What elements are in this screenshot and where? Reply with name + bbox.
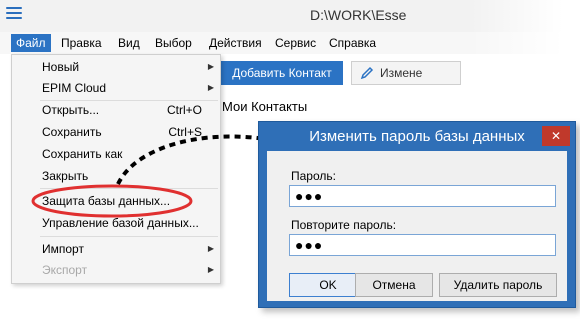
menu-help[interactable]: Справка: [324, 34, 381, 52]
window-title: D:\WORK\Esse: [310, 7, 407, 23]
submenu-arrow-icon: ▶: [207, 265, 214, 274]
menu-separator: [40, 236, 218, 237]
menu-actions[interactable]: Действия: [204, 34, 267, 52]
password-label: Пароль:: [291, 169, 336, 183]
menu-select[interactable]: Выбор: [150, 34, 197, 52]
menu-item-label: EPIM Cloud: [42, 81, 107, 95]
menu-item-epim-cloud[interactable]: EPIM Cloud ▶: [42, 78, 218, 98]
edit-button[interactable]: Измене: [351, 61, 461, 85]
menu-item-export: Экспорт ▶: [42, 260, 218, 280]
menu-item-label: Открыть...: [42, 103, 100, 117]
add-contact-button[interactable]: Добавить Контакт: [221, 61, 343, 85]
change-password-dialog: Изменить пароль базы данных ✕ Пароль: ●●…: [258, 121, 576, 308]
fade-overlay: [470, 0, 580, 140]
submenu-arrow-icon: ▶: [207, 83, 214, 92]
close-icon[interactable]: ✕: [542, 126, 570, 146]
pencil-icon: [360, 66, 374, 80]
menu-file[interactable]: Файл: [11, 34, 51, 52]
menu-item-open[interactable]: Открыть... Ctrl+O: [42, 100, 218, 120]
menu-item-label: Экспорт: [42, 263, 88, 277]
menu-item-import[interactable]: Импорт ▶: [42, 239, 218, 259]
edit-button-label: Измене: [380, 66, 423, 80]
dialog-title: Изменить пароль базы данных: [309, 128, 525, 145]
cancel-button[interactable]: Отмена: [355, 273, 433, 297]
remove-password-button[interactable]: Удалить пароль: [439, 273, 557, 297]
menu-edit[interactable]: Правка: [56, 34, 107, 52]
menu-item-label: Импорт: [42, 242, 84, 256]
menu-item-label: Новый: [42, 60, 80, 74]
repeat-password-field[interactable]: ●●●: [289, 234, 556, 256]
menu-item-label: Закрыть: [42, 169, 89, 183]
menu-item-label: Сохранить: [42, 125, 102, 139]
contacts-title: Мои Контакты: [222, 99, 308, 114]
hamburger-icon[interactable]: [6, 7, 22, 21]
submenu-arrow-icon: ▶: [207, 244, 214, 253]
menu-view[interactable]: Вид: [113, 34, 145, 52]
menu-tools[interactable]: Сервис: [270, 34, 321, 52]
repeat-password-label: Повторите пароль:: [291, 218, 397, 232]
menu-item-shortcut: Ctrl+O: [166, 103, 202, 117]
menu-item-new[interactable]: Новый ▶: [42, 57, 218, 77]
password-field[interactable]: ●●●: [289, 185, 556, 207]
submenu-arrow-icon: ▶: [207, 62, 214, 71]
